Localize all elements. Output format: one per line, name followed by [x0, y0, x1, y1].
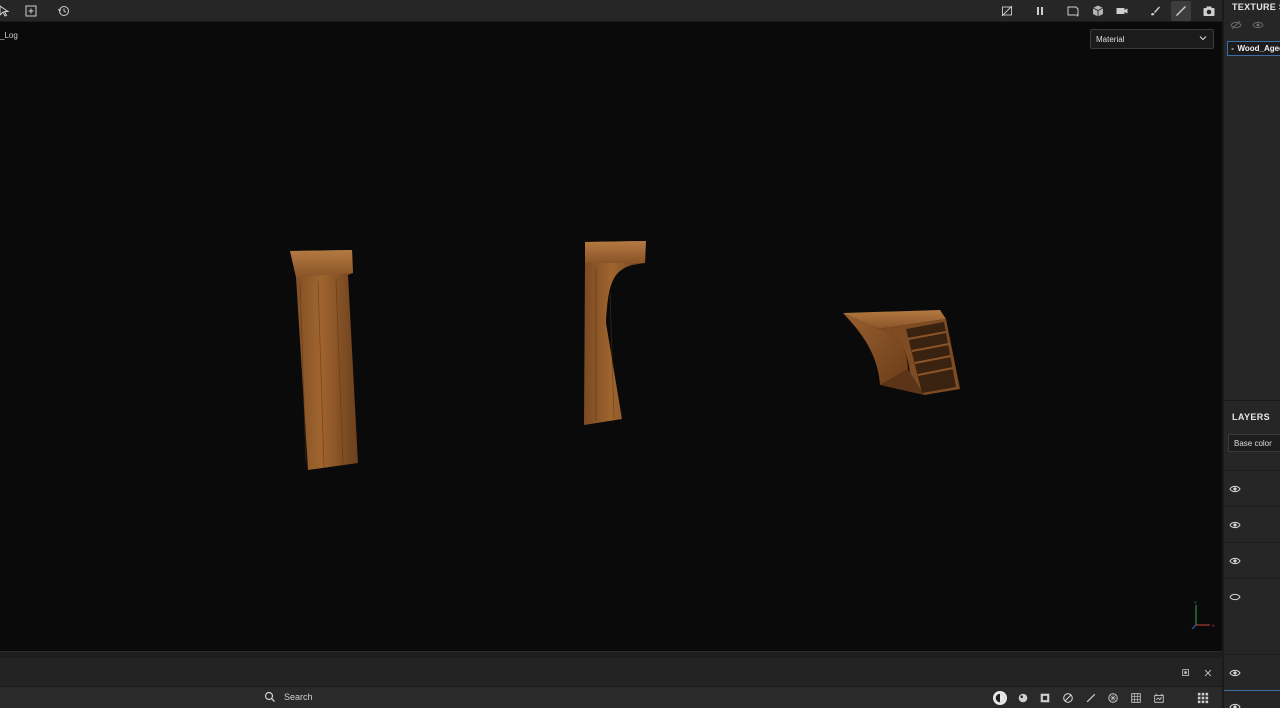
filter-smart-materials-icon[interactable] — [1061, 691, 1075, 705]
cube-icon[interactable] — [1088, 1, 1108, 21]
cursor-icon[interactable] — [0, 1, 14, 21]
panel-splitter[interactable] — [0, 651, 1222, 658]
camera-frame-icon[interactable] — [1063, 1, 1083, 21]
eye-icon[interactable] — [1231, 45, 1235, 53]
wood-beam-straight[interactable] — [290, 250, 358, 470]
eye-icon[interactable] — [1229, 519, 1241, 531]
maximize-icon[interactable] — [1180, 667, 1192, 679]
texture-set-toolbar — [1230, 20, 1264, 30]
axis-gizmo: Y X — [1191, 601, 1215, 630]
texture-set-item[interactable]: Wood_Aged — [1227, 41, 1280, 56]
channel-select[interactable]: Base color — [1228, 434, 1280, 452]
wood-bracket-crate[interactable] — [843, 310, 960, 395]
eye-icon[interactable] — [1229, 701, 1241, 708]
close-icon[interactable] — [1202, 667, 1214, 679]
layer-row[interactable] — [1224, 542, 1280, 578]
top-toolbar — [0, 0, 1222, 22]
search-icon — [264, 691, 275, 702]
eye-icon[interactable] — [1229, 483, 1241, 495]
add-icon[interactable] — [21, 1, 41, 21]
paint-brush-icon[interactable] — [1171, 1, 1191, 21]
app-window: _Log Material Y X Search TEXTURE Wood_Ag… — [0, 0, 1280, 708]
layer-row[interactable] — [1224, 470, 1280, 506]
filter-projects-icon[interactable] — [1152, 691, 1166, 705]
texture-set-name: Wood_Aged — [1237, 44, 1280, 53]
panel-divider — [1224, 400, 1280, 401]
channel-select-value: Base color — [1234, 438, 1272, 448]
eye-off-icon[interactable] — [1230, 20, 1242, 30]
video-camera-icon[interactable] — [1112, 1, 1132, 21]
filter-environments-icon[interactable] — [1129, 691, 1143, 705]
layer-row[interactable] — [1224, 506, 1280, 542]
brush-alt-icon[interactable] — [1145, 1, 1165, 21]
eye-icon[interactable] — [1229, 667, 1241, 679]
svg-text:X: X — [1212, 623, 1215, 628]
filter-materials-icon[interactable] — [1016, 691, 1030, 705]
wood-bracket-curved[interactable] — [584, 241, 646, 425]
layer-row[interactable] — [1224, 578, 1280, 614]
search-input[interactable]: Search — [284, 692, 313, 702]
eye-icon[interactable] — [1229, 555, 1241, 567]
3d-viewport[interactable]: _Log Material Y X — [0, 23, 1222, 651]
texture-set-list-title: TEXTURE SET LIST — [1232, 2, 1280, 12]
filter-all-icon[interactable] — [993, 691, 1007, 705]
screenshot-icon[interactable] — [1199, 1, 1219, 21]
filter-textures-icon[interactable] — [1106, 691, 1120, 705]
history-icon[interactable] — [54, 1, 74, 21]
layer-row[interactable] — [1224, 654, 1280, 690]
filter-masks-icon[interactable] — [1038, 691, 1052, 705]
shelf-toolbar: Search — [0, 686, 1222, 708]
shelf-panel — [0, 658, 1222, 686]
right-panel: TEXTURE SET LIST Wood_Aged LAYERS Base c… — [1222, 0, 1280, 708]
grid-view-icon[interactable] — [1196, 691, 1210, 705]
search-box[interactable]: Search — [264, 691, 313, 703]
layers-title: LAYERS — [1232, 412, 1271, 422]
svg-text:Y: Y — [1194, 601, 1197, 605]
pause-icon[interactable] — [1030, 1, 1050, 21]
eye-icon[interactable] — [1252, 20, 1264, 30]
eye-closed-icon[interactable] — [1229, 591, 1241, 603]
hide-icon[interactable] — [997, 1, 1017, 21]
viewport-scene — [290, 241, 960, 470]
layer-row-selected[interactable] — [1224, 690, 1280, 708]
filter-brushes-icon[interactable] — [1084, 691, 1098, 705]
